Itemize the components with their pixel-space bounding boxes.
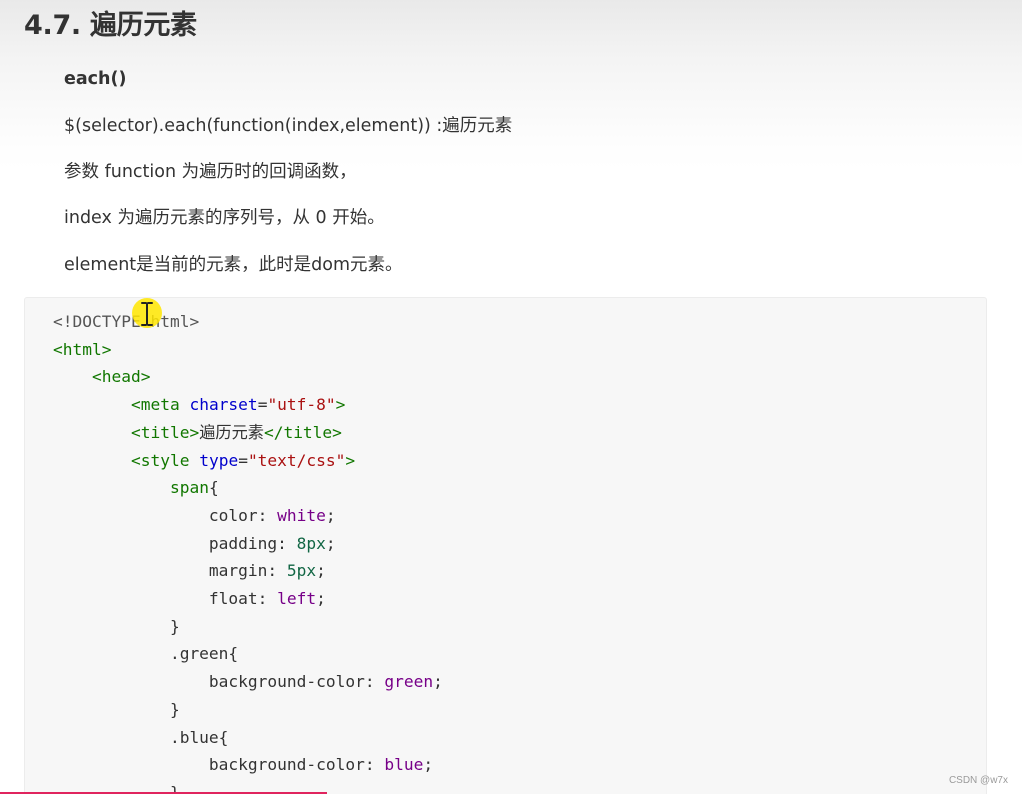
code-token: <!DOCTYPE html>	[53, 312, 200, 331]
code-line: margin: 5px;	[53, 560, 326, 582]
code-token: ;	[316, 589, 326, 608]
code-token: background-color:	[53, 755, 385, 775]
code-token: padding:	[53, 533, 297, 553]
code-token: span	[169, 478, 209, 498]
code-line: padding: 8px;	[53, 533, 336, 555]
code-token: "utf-8"	[267, 395, 336, 415]
ibeam-icon	[141, 302, 153, 326]
code-line: <style type="text/css">	[53, 450, 355, 472]
code-token: ;	[316, 561, 326, 581]
code-token: {	[208, 478, 219, 498]
code-token: blue	[384, 755, 424, 775]
code-token: left	[277, 589, 317, 608]
code-line: .blue{	[53, 727, 229, 749]
code-line: .green{	[53, 643, 238, 665]
code-token: green	[384, 672, 434, 692]
code-token: <style	[130, 450, 200, 470]
code-line: float: left;	[53, 588, 326, 610]
code-token: <html>	[53, 339, 112, 359]
code-token: ;	[325, 505, 336, 525]
code-line: <meta charset="utf-8">	[53, 394, 345, 416]
code-token: <head>	[91, 367, 151, 387]
method-signature: $(selector).each(function(index,element)…	[64, 116, 513, 136]
code-token: 5px	[286, 561, 317, 581]
param-index-desc: index 为遍历元素的序列号，从 0 开始。	[64, 208, 385, 228]
code-token: type	[199, 450, 239, 470]
code-token: >	[345, 450, 356, 470]
code-line: }	[53, 699, 180, 721]
section-heading: 4.7. 遍历元素	[24, 10, 197, 41]
code-token: ;	[423, 755, 434, 775]
code-token: <meta	[130, 395, 190, 415]
code-line: background-color: green;	[53, 671, 443, 693]
method-name: each()	[64, 69, 127, 89]
code-token: <title>	[130, 422, 200, 442]
code-token: </title>	[263, 422, 342, 442]
code-token: }	[53, 699, 180, 719]
code-token: white	[277, 505, 326, 525]
code-token: color:	[53, 505, 278, 525]
code-token: ;	[433, 672, 443, 692]
code-token: float:	[53, 589, 278, 608]
code-token: .green{	[53, 644, 239, 664]
document-page: 4.7. 遍历元素 each() $(selector).each(functi…	[0, 0, 1022, 794]
code-token: "text/css"	[247, 450, 346, 470]
code-token: 8px	[296, 533, 326, 553]
code-token: }	[53, 616, 180, 636]
code-token: charset	[189, 395, 258, 415]
code-token: background-color:	[53, 672, 385, 692]
code-line: <!DOCTYPE html>	[53, 311, 199, 333]
code-token: =	[257, 395, 268, 415]
code-line: }	[53, 616, 180, 638]
watermark: CSDN @w7x	[948, 775, 1008, 786]
code-line: span{	[53, 477, 219, 499]
code-token: >	[335, 395, 346, 415]
code-token: 遍历元素	[199, 422, 264, 442]
code-token: margin:	[53, 561, 287, 581]
code-block[interactable]: <!DOCTYPE html> <html> <head> <meta chars…	[24, 297, 987, 794]
code-line: background-color: blue;	[53, 754, 433, 776]
param-element-desc: element是当前的元素，此时是dom元素。	[64, 255, 403, 275]
code-token: .blue{	[53, 727, 229, 747]
code-token: ;	[325, 533, 336, 553]
code-line: <head>	[53, 366, 150, 388]
code-line: <html>	[53, 339, 111, 361]
param-function-desc: 参数 function 为遍历时的回调函数，	[64, 162, 357, 182]
code-line: color: white;	[53, 505, 336, 527]
code-line: <title>遍历元素</title>	[53, 422, 342, 444]
code-token: =	[238, 450, 248, 470]
